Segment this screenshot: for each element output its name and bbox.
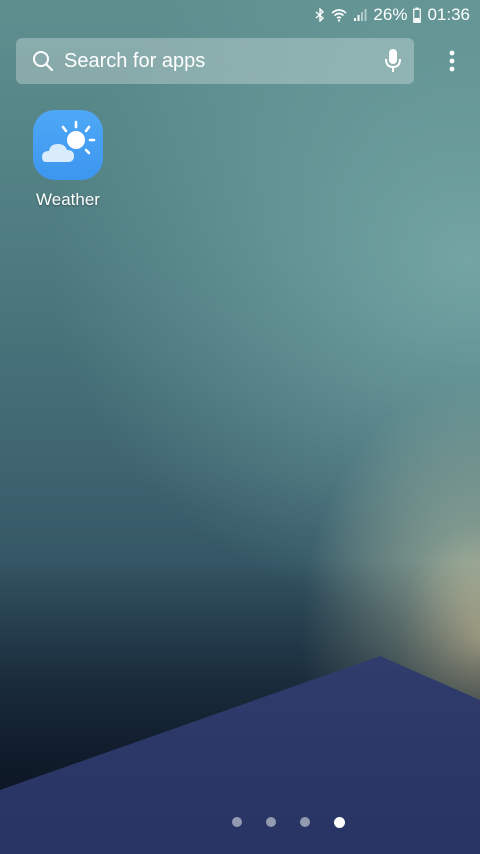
battery-icon [413, 7, 422, 23]
wifi-icon [331, 8, 347, 22]
clock-time: 01:36 [427, 5, 470, 24]
page-dot-1[interactable] [231, 817, 242, 827]
app-label: Weather [36, 190, 100, 209]
more-vertical-icon [449, 50, 455, 72]
status-bar: 26% 01:36 [0, 0, 480, 30]
more-options-button[interactable] [440, 46, 464, 76]
search-icon [32, 50, 54, 72]
bluetooth-icon [315, 8, 325, 22]
page-dot-3[interactable] [299, 817, 310, 827]
page-indicator [0, 814, 480, 830]
battery-percent: 26% [373, 5, 408, 24]
weather-icon [33, 110, 103, 180]
app-weather[interactable]: Weather [22, 110, 114, 210]
home-screen: 26% 01:36 Search for apps Weather [0, 0, 480, 854]
page-dot-4-active[interactable] [333, 816, 345, 828]
microphone-icon[interactable] [384, 48, 402, 74]
app-search-bar[interactable]: Search for apps [16, 38, 414, 84]
search-placeholder: Search for apps [64, 49, 206, 72]
signal-icon [353, 8, 367, 22]
page-dot-2[interactable] [265, 817, 276, 827]
